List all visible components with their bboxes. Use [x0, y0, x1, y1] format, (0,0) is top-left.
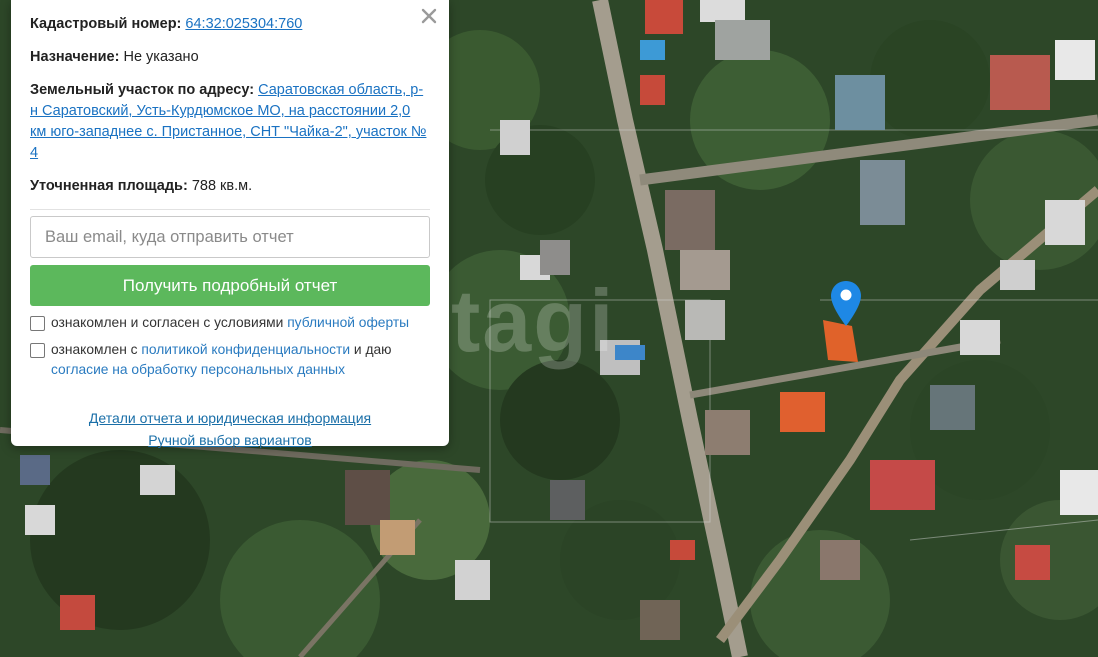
address-label: Земельный участок по адресу: — [30, 82, 255, 98]
privacy-consent-mid: и даю — [353, 342, 392, 357]
get-report-button[interactable]: Получить подробный отчет — [30, 265, 430, 306]
report-details-link[interactable]: Детали отчета и юридическая информация — [89, 410, 371, 426]
parcel-info-panel: Кадастровый номер: 64:32:025304:760 Назн… — [11, 0, 449, 448]
purpose-value: Не указано — [123, 49, 199, 65]
divider — [30, 209, 430, 210]
privacy-consent-text: ознакомлен с политикой конфиденциальност… — [51, 340, 430, 380]
offer-checkbox[interactable] — [30, 316, 45, 331]
email-input[interactable] — [30, 216, 430, 258]
cadastral-number-row: Кадастровый номер: 64:32:025304:760 — [30, 14, 430, 35]
privacy-consent-label: ознакомлен с — [51, 342, 138, 357]
manual-selection-link[interactable]: Ручной выбор вариантов — [148, 432, 312, 448]
offer-consent-text: ознакомлен и согласен с условиями публич… — [51, 313, 409, 333]
close-icon[interactable] — [419, 6, 439, 26]
area-value: 788 кв.м. — [191, 178, 253, 194]
public-offer-link[interactable]: публичной оферты — [287, 315, 409, 330]
cadastral-label: Кадастровый номер: — [30, 16, 182, 32]
privacy-checkbox[interactable] — [30, 343, 45, 358]
footer-links: Детали отчета и юридическая информация Р… — [30, 407, 430, 451]
personal-data-consent-link[interactable]: согласие на обработку персональных данны… — [51, 362, 345, 377]
address-row: Земельный участок по адресу: Саратовская… — [30, 80, 430, 164]
privacy-policy-link[interactable]: политикой конфиденциальности — [141, 342, 350, 357]
area-row: Уточненная площадь: 788 кв.м. — [30, 176, 430, 197]
privacy-consent-row: ознакомлен с политикой конфиденциальност… — [30, 340, 430, 380]
offer-consent-label: ознакомлен и согласен с условиями — [51, 315, 284, 330]
purpose-label: Назначение: — [30, 49, 120, 65]
area-label: Уточненная площадь: — [30, 178, 188, 194]
map-pin-icon[interactable] — [830, 280, 862, 328]
cadastral-link[interactable]: 64:32:025304:760 — [185, 16, 302, 32]
offer-consent-row: ознакомлен и согласен с условиями публич… — [30, 313, 430, 333]
purpose-row: Назначение: Не указано — [30, 47, 430, 68]
